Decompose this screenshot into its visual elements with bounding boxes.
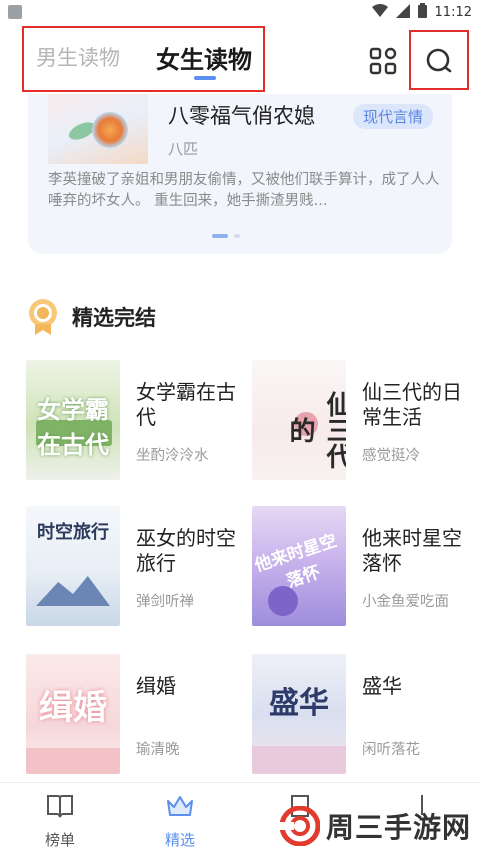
tab-male-books[interactable]: 男生读物 [36,42,120,72]
medal-icon [29,299,57,335]
featured-book-cover[interactable] [48,94,148,164]
wifi-icon [371,3,388,22]
book-title[interactable]: 缉婚 [136,674,246,699]
grid-icon [369,47,397,75]
book-title[interactable]: 巫女的时空旅行 [136,526,246,576]
battery-icon [417,3,427,22]
search-button[interactable] [422,44,456,78]
featured-book-card[interactable]: 八零福气俏农媳 现代言情 八匹 李英撞破了亲姐和男朋友偷情，又被他们联手算计，成… [28,94,452,254]
book-item[interactable]: 盛华 盛华 闲听落花 [252,654,472,776]
book-title[interactable]: 他来时星空落怀 [362,526,472,576]
search-icon [426,48,452,73]
active-tab-indicator [194,76,216,80]
book-cover[interactable]: 盛华 [252,654,346,774]
featured-book-description: 李英撞破了亲姐和男朋友偷情，又被他们联手算计，成了人人唾弃的坏女人。 重生回来，… [48,172,440,209]
status-icons: 11:12 [371,3,472,22]
watermark: 周三手游网 [280,806,471,846]
book-cover[interactable]: 仙三代的 [252,360,346,480]
cover-mountain-art [36,576,110,606]
carousel-dot [234,234,240,238]
book-cover-title: 缉婚 [39,688,107,728]
section-header: 精选完结 [26,298,156,336]
section-title: 精选完结 [72,306,156,330]
signal-icon [395,3,410,22]
book-cover-title: 时空旅行 [37,522,109,543]
book-author: 感觉挺冷 [362,448,420,464]
book-item[interactable]: 他来时星空落怀 他来时星空落怀 小金鱼爱吃面 [252,506,472,628]
nav-label: 榜单 [44,831,75,849]
nav-label: 精选 [164,831,195,849]
watermark-logo-icon [280,806,320,846]
featured-book-author: 八匹 [168,140,199,158]
cover-flower-art [92,112,128,148]
tab-female-books[interactable]: 女生读物 [156,40,252,75]
app-notification-icon [8,5,22,19]
book-title[interactable]: 仙三代的日常生活 [362,380,472,430]
book-cover[interactable]: 他来时星空落怀 [252,506,346,626]
status-bar: 11:12 [0,0,480,24]
book-item[interactable]: 时空旅行 巫女的时空旅行 弹剑听禅 [26,506,246,628]
crown-icon [167,796,193,816]
featured-genre-badge: 现代言情 [353,104,434,129]
clock: 11:12 [434,5,472,20]
book-author: 瑜清晚 [136,742,180,758]
cover-band [252,746,346,774]
carousel-indicator [212,234,240,238]
book-item[interactable]: 女学霸在古代 女学霸在古代 坐酌泠泠水 [26,360,246,482]
category-grid-button[interactable] [368,46,398,76]
book-item[interactable]: 缉婚 缉婚 瑜清晚 [26,654,246,776]
nav-item-rankings[interactable]: 榜单 [20,793,100,850]
featured-book-title[interactable]: 八零福气俏农媳 [168,100,315,130]
watermark-text: 周三手游网 [326,811,472,844]
book-cover-title: 仙三代的 [285,391,346,469]
nav-item-featured[interactable]: 精选 [140,793,220,850]
header: 男生读物 女生读物 [0,24,480,94]
book-cover[interactable]: 女学霸在古代 [26,360,120,480]
book-author: 坐酌泠泠水 [136,448,209,464]
book-cover-title: 盛华 [269,686,329,721]
carousel-dot-active [212,234,228,238]
book-title[interactable]: 女学霸在古代 [136,380,246,430]
book-cover-title: 他来时星空落怀 [252,530,340,593]
book-cover[interactable]: 时空旅行 [26,506,120,626]
book-author: 闲听落花 [362,742,420,758]
book-cover-title: 女学霸在古代 [37,396,109,459]
book-cover[interactable]: 缉婚 [26,654,120,774]
cover-band [26,748,120,774]
book-item[interactable]: 仙三代的 仙三代的日常生活 感觉挺冷 [252,360,472,482]
book-author: 弹剑听禅 [136,594,194,610]
book-icon [47,795,73,818]
book-author: 小金鱼爱吃面 [362,594,449,610]
book-title[interactable]: 盛华 [362,674,472,699]
